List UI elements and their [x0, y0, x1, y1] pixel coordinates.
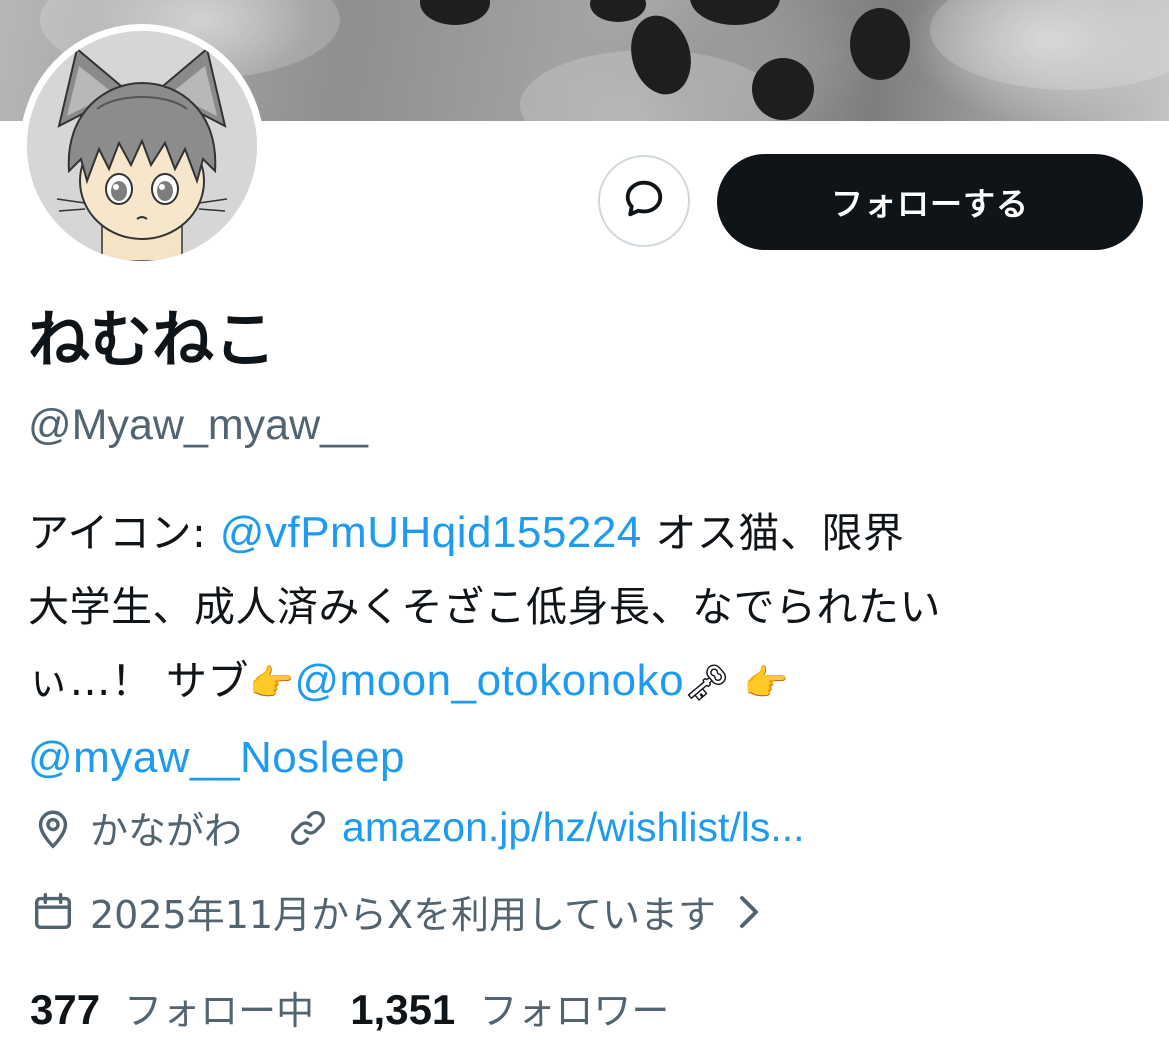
paw-pad — [690, 0, 780, 25]
joined-date-row[interactable]: 2025年11月からXを利用しています — [30, 884, 764, 939]
location-text: かながわ — [90, 809, 243, 853]
paw-pad — [590, 0, 646, 22]
following-count: 377 — [30, 986, 101, 1033]
profile-meta-row: かながわ amazon.jp/hz/wishlist/ls... — [30, 800, 805, 855]
avatar[interactable] — [20, 24, 264, 268]
followers-link[interactable]: 1,351 フォロワー — [350, 980, 669, 1035]
paw-pad — [752, 58, 814, 120]
bio-line: 大学生、成人済みくそざこ低身長、なでられたい — [28, 583, 941, 631]
message-button[interactable] — [598, 155, 690, 247]
bio-text: オス猫、限界 — [641, 509, 905, 557]
bio-line: @myaw__Nosleep — [28, 721, 1148, 795]
follow-button-label: フォローする — [830, 185, 1029, 223]
avatar-image — [27, 31, 257, 261]
mention-link[interactable]: @moon_otokonoko — [294, 656, 684, 705]
pointing-hand-icon: 👉 — [249, 663, 295, 704]
paw-pad — [420, 0, 490, 25]
mention-link[interactable]: @vfPmUHqid155224 — [220, 508, 642, 557]
website-link[interactable]: amazon.jp/hz/wishlist/ls... — [342, 804, 805, 851]
link-icon — [286, 806, 330, 850]
bio-line: ぃ…！ サブ👉@moon_otokonoko🗝 👉 — [28, 644, 1148, 721]
follow-button[interactable]: フォローする — [717, 154, 1143, 250]
mention-link[interactable]: @myaw__Nosleep — [28, 733, 405, 782]
joined-text: 2025年11月からXを利用しています — [90, 893, 716, 937]
following-label: フォロー中 — [124, 989, 315, 1033]
calendar-icon — [30, 889, 76, 935]
key-icon: 🗝 — [684, 663, 731, 704]
followers-count: 1,351 — [350, 986, 456, 1033]
bio-line: アイコン: @vfPmUHqid155224 オス猫、限界 — [28, 496, 1148, 570]
avatar-cat-boy-illustration — [27, 31, 257, 261]
banner-fold — [930, 0, 1169, 90]
location-pin-icon — [30, 805, 76, 851]
display-name: ねむねこ — [28, 303, 277, 376]
followers-label: フォロワー — [479, 989, 670, 1033]
follow-stats: 377 フォロー中 1,351 フォロワー — [30, 980, 669, 1035]
pointing-hand-icon: 👉 — [743, 663, 790, 704]
following-link[interactable]: 377 フォロー中 — [30, 980, 314, 1035]
profile-bio: アイコン: @vfPmUHqid155224 オス猫、限界 大学生、成人済みくそ… — [28, 496, 1148, 795]
message-icon — [621, 176, 667, 226]
bio-text: ぃ…！ サブ — [28, 657, 250, 705]
bio-text: アイコン: — [28, 509, 220, 557]
chevron-right-icon — [734, 892, 764, 932]
paw-pad — [850, 8, 910, 80]
username-handle: @Myaw_myaw__ — [28, 401, 368, 449]
